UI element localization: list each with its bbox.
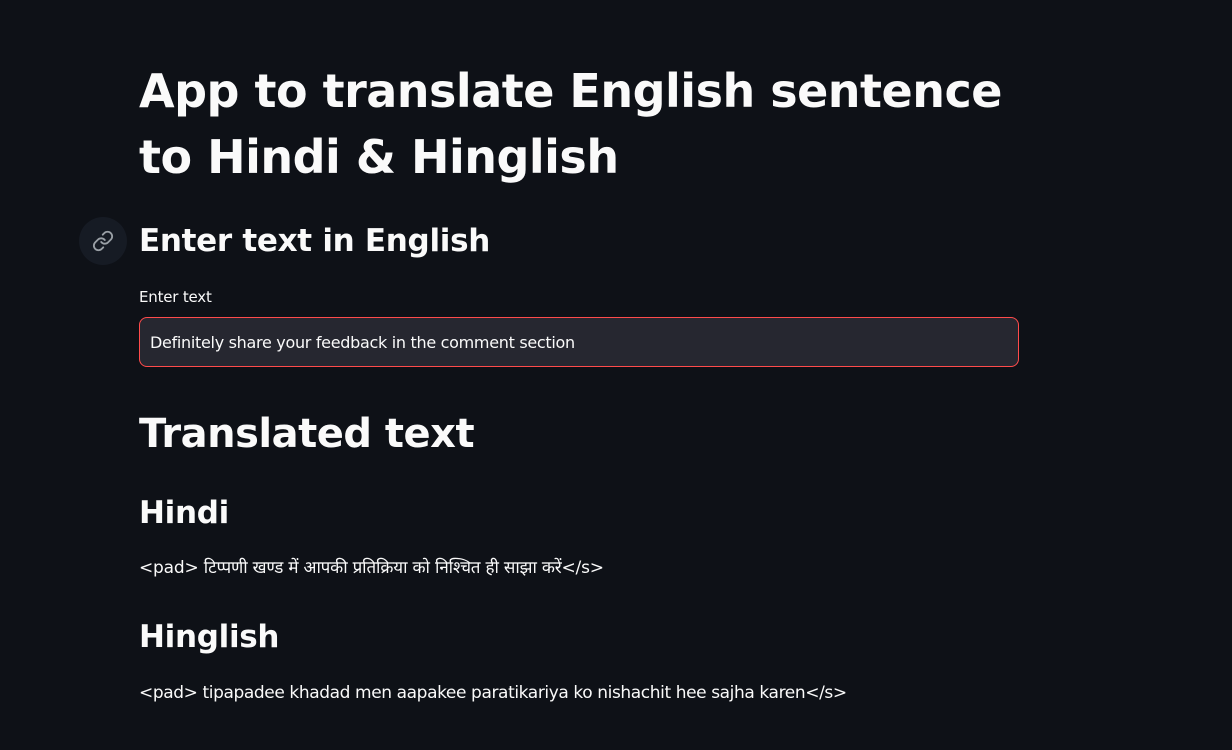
link-icon xyxy=(92,230,114,252)
input-section-heading: Enter text in English xyxy=(139,223,491,259)
hindi-heading: Hindi xyxy=(139,495,229,531)
section-anchor-link[interactable] xyxy=(79,217,127,265)
hinglish-output-text: <pad> tipapadee khadad men aapakee parat… xyxy=(139,683,847,703)
english-text-input[interactable] xyxy=(139,317,1019,367)
translated-text-heading: Translated text xyxy=(139,411,475,457)
hinglish-heading: Hinglish xyxy=(139,619,280,655)
hindi-output-text: <pad> टिप्पणी खण्ड में आपकी प्रतिक्रिया … xyxy=(139,558,604,578)
input-field-label: Enter text xyxy=(139,288,212,306)
page-title: App to translate English sentence to Hin… xyxy=(139,64,1002,184)
